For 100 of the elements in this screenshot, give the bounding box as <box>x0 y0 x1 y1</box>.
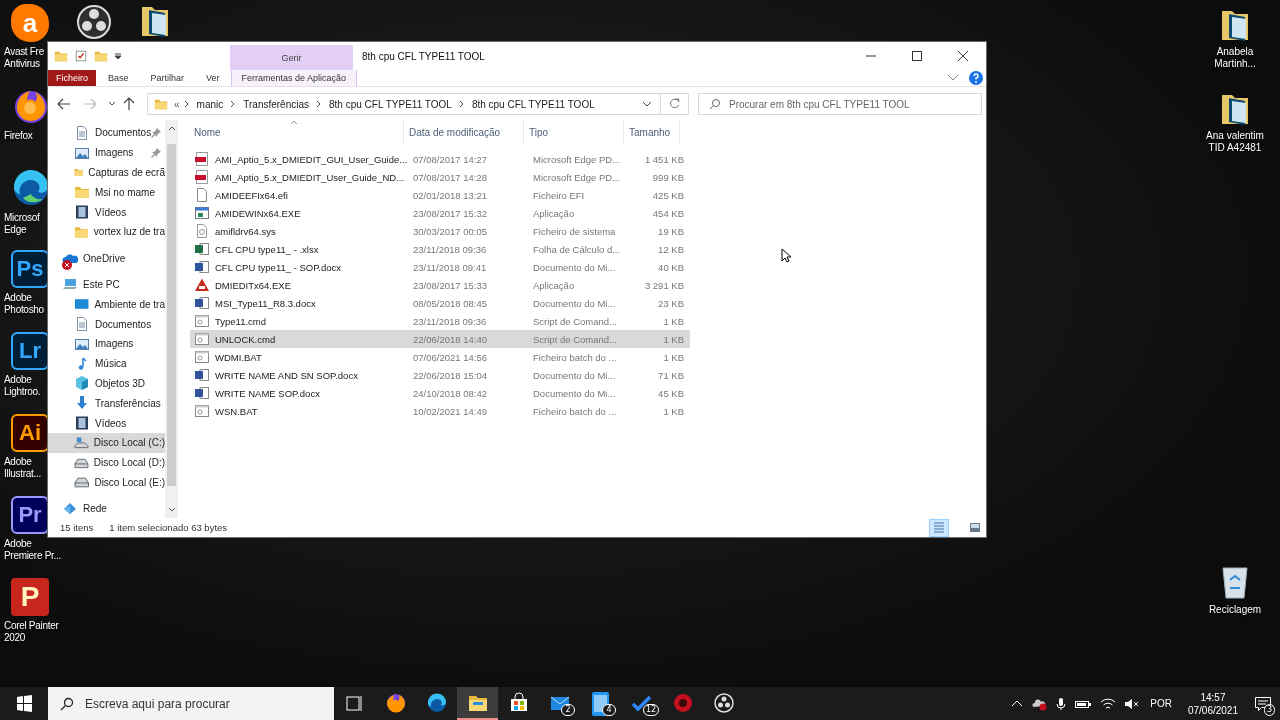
desktop-icon-label[interactable]: Adobe Lightroo. <box>4 374 41 398</box>
search-input[interactable]: Procurar em 8th cpu CFL TYPE11 TOOL <box>729 98 981 110</box>
count-badge: 12 <box>643 704 660 716</box>
column-header[interactable]: Nome <box>190 120 404 144</box>
file-row[interactable]: Type11.cmd 23/11/2018 09:36 Script de Comand... 1 KB <box>190 312 690 330</box>
taskbar-search-field[interactable]: Escreva aqui para procurar <box>48 687 334 720</box>
file-type: Documento do Mi... <box>532 387 616 399</box>
ribbon-tab[interactable]: Ferramentas de Aplicação <box>230 70 358 86</box>
navigation-item[interactable]: Msi no mame <box>48 182 165 203</box>
file-row[interactable]: AMIDEEFIx64.efi 02/01/2018 13:21 Ficheiro EFI 425 KB <box>190 186 690 204</box>
navigation-item[interactable]: Vídeos <box>48 202 165 222</box>
modified-date: 24/10/2018 08:42 <box>412 387 487 399</box>
taskbar-app-button[interactable]: 4 <box>580 687 621 720</box>
navigation-item[interactable]: Documentos <box>48 314 165 334</box>
file-type: Ficheiro de sistema <box>532 225 616 237</box>
navigation-item[interactable]: Rede <box>48 498 165 518</box>
breadcrumb[interactable]: manic <box>191 98 229 110</box>
navigation-item[interactable]: Disco Local (E:) <box>48 472 165 493</box>
navigation-item[interactable]: Música <box>48 353 165 374</box>
taskbar-app-button[interactable]: 2 <box>539 687 580 720</box>
antivirus-logo: a <box>11 4 49 42</box>
modified-date: 02/01/2018 13:21 <box>412 189 487 201</box>
ribbon-tab[interactable]: Base <box>96 70 140 86</box>
modified-date: 07/08/2017 14:28 <box>412 171 487 183</box>
navigation-item[interactable]: Capturas de ecrã <box>48 162 165 183</box>
desktop-icon-label[interactable]: Adobe Illustrat... <box>4 456 41 480</box>
desktop-icon-label[interactable]: Adobe Premiere Pr... <box>4 538 61 562</box>
file-name: CFL CPU type11_ - SOP.docx <box>215 261 342 273</box>
search-input[interactable]: Escreva aqui para procurar <box>85 696 334 711</box>
file-row[interactable]: AMI_Aptio_5.x_DMIEDIT_User_Guide_ND... 07/08/2017 14:28 Microsoft Edge PD... 999 KB <box>190 168 690 186</box>
file-type: Aplicação <box>532 279 575 291</box>
desktop-icon-label[interactable]: Reciclagem <box>1208 604 1262 616</box>
file-size: 999 KB <box>651 171 684 183</box>
file-size: 3 291 KB <box>643 279 684 291</box>
breadcrumb[interactable]: 8th cpu CFL TYPE11 TOOL <box>466 98 600 110</box>
desktop-icon-label[interactable]: Ana valentim TID A42481 <box>1206 130 1264 154</box>
file-row[interactable]: WDMI.BAT 07/06/2021 14:56 Ficheiro batch do ... 1 KB <box>190 348 690 366</box>
file-size: 1 KB <box>662 333 684 345</box>
column-header[interactable]: Tamanho <box>624 120 680 144</box>
search-field[interactable]: Procurar em 8th cpu CFL TYPE11 TOOL <box>698 93 982 115</box>
desktop-icon-label[interactable]: Anabela Martinh... <box>1214 46 1256 70</box>
file-type: Documento do Mi... <box>532 369 616 381</box>
file-size: 1 KB <box>662 351 684 363</box>
contextual-tab-header: Gerir <box>230 45 353 70</box>
navigation-item[interactable]: Imagens <box>48 333 165 354</box>
column-header[interactable]: Tipo <box>524 120 624 144</box>
file-size: 45 KB <box>657 387 684 399</box>
navigation-item[interactable]: Objetos 3D <box>48 373 165 394</box>
file-type: Folha de Cálculo d... <box>532 243 621 255</box>
app-logo: Lr <box>11 332 49 370</box>
desktop-icon-label[interactable]: Corel Painter 2020 <box>4 620 59 644</box>
clock-time[interactable]: 14:57 <box>1200 690 1226 704</box>
language-indicator[interactable]: POR <box>1150 698 1172 709</box>
file-row[interactable]: UNLOCK.cmd 22/06/2018 14:40 Script de Comand... 1 KB <box>190 330 690 348</box>
address-bar[interactable]: « manic Transferências 8th cpu CFL TYPE11 TOOL 8th cpu CFL TYPE11 TOOL <box>147 93 661 115</box>
file-row[interactable]: WSN.BAT 10/02/2021 14:49 Ficheiro batch do ... 1 KB <box>190 402 690 420</box>
file-type: Microsoft Edge PD... <box>532 153 621 165</box>
file-name: WDMI.BAT <box>215 351 262 363</box>
navigation-item[interactable]: Ambiente de tra <box>48 294 165 315</box>
modified-date: 22/06/2018 15:04 <box>412 369 487 381</box>
app-logo: P <box>11 578 49 616</box>
file-name: AMI_Aptio_5.x_DMIEDIT_GUI_User_Guide... <box>215 153 408 165</box>
clock-date[interactable]: 07/06/2021 <box>1187 703 1238 717</box>
file-size: 1 KB <box>662 405 684 417</box>
file-row[interactable]: WRITE NAME AND SN SOP.docx 22/06/2018 15:04 Documento do Mi... 71 KB <box>190 366 690 384</box>
breadcrumb[interactable]: 8th cpu CFL TYPE11 TOOL <box>324 98 457 110</box>
navigation-item[interactable]: Imagens <box>48 142 165 163</box>
navigation-item[interactable]: Este PC <box>48 274 165 295</box>
desktop-icon-label[interactable]: Microsof Edge <box>4 212 40 236</box>
ribbon-tab[interactable]: Partilhar <box>139 70 196 86</box>
navigation-item[interactable]: Disco Local (C:) <box>48 432 165 453</box>
ribbon-tab[interactable]: Ver <box>195 70 231 86</box>
desktop-icon-label[interactable]: Firefox <box>4 130 33 142</box>
file-row[interactable]: AMI_Aptio_5.x_DMIEDIT_GUI_User_Guide... 07/08/2017 14:27 Microsoft Edge PD... 1 451 KB <box>190 150 690 168</box>
file-row[interactable]: AMIDEWINx64.EXE 23/08/2017 15:32 Aplicação 454 KB <box>190 204 690 222</box>
navigation-item[interactable]: Transferências <box>48 393 165 414</box>
navigation-item[interactable]: Vídeos <box>48 413 165 433</box>
modified-date: 07/08/2017 14:27 <box>412 153 487 165</box>
file-name: AMIDEEFIx64.efi <box>215 189 288 201</box>
file-size: 1 451 KB <box>643 153 684 165</box>
file-type: Documento do Mi... <box>532 297 616 309</box>
navigation-item[interactable]: vortex luz de tra <box>48 222 165 242</box>
navigation-item[interactable]: Documentos <box>48 123 165 143</box>
file-row[interactable]: DMIEDITx64.EXE 23/08/2017 15:33 Aplicação 3 291 KB <box>190 276 690 294</box>
file-row[interactable]: WRITE NAME SOP.docx 24/10/2018 08:42 Documento do Mi... 45 KB <box>190 384 690 402</box>
breadcrumb[interactable]: Transferências <box>238 98 315 110</box>
ribbon-tab[interactable]: Ficheiro <box>48 70 96 86</box>
navigation-item[interactable]: OneDrive <box>48 248 165 269</box>
file-row[interactable]: CFL CPU type11_ - SOP.docx 23/11/2018 09:41 Documento do Mi... 40 KB <box>190 258 690 276</box>
file-size: 71 KB <box>657 369 684 381</box>
column-header[interactable]: Data de modificação <box>404 120 524 144</box>
taskbar-app-button[interactable]: 12 <box>621 687 662 720</box>
file-row[interactable]: MSI_Type11_R8.3.docx 08/05/2018 08:45 Documento do Mi... 23 KB <box>190 294 690 312</box>
breadcrumb-overflow[interactable]: « <box>172 98 182 110</box>
file-row[interactable]: CFL CPU type11_ - .xlsx 23/11/2018 09:36 Folha de Cálculo d... 12 KB <box>190 240 690 258</box>
desktop-icon-label[interactable]: Adobe Photosho <box>4 292 44 316</box>
file-row[interactable]: amifldrv64.sys 30/03/2017 00:05 Ficheiro de sistema 19 KB <box>190 222 690 240</box>
desktop-icon-label[interactable]: Avast Fre Antivirus <box>4 46 44 70</box>
modified-date: 23/08/2017 15:33 <box>412 279 487 291</box>
navigation-item[interactable]: Disco Local (D:) <box>48 452 165 473</box>
